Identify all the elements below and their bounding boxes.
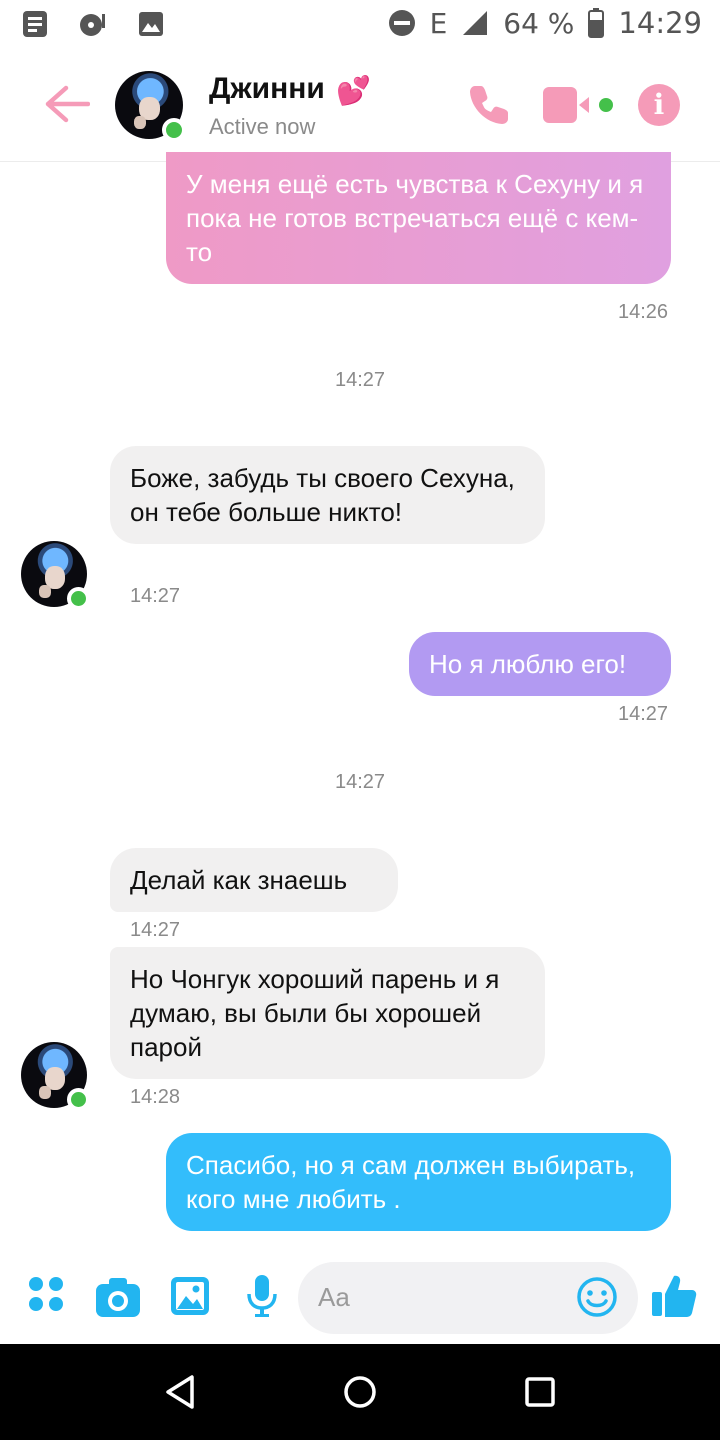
time-separator: 14:27 <box>334 771 386 793</box>
signal-icon <box>463 11 488 35</box>
contact-avatar[interactable] <box>115 71 186 142</box>
image-notification-icon <box>139 12 163 36</box>
message-time: 14:27 <box>130 919 181 941</box>
message-time: 14:27 <box>618 703 669 725</box>
back-triangle-icon[interactable] <box>162 1372 202 1412</box>
music-disc-icon <box>80 14 105 36</box>
sender-avatar[interactable] <box>21 1042 90 1111</box>
clock: 14:29 <box>618 6 702 40</box>
do-not-disturb-icon <box>388 10 415 36</box>
camera-icon[interactable] <box>95 1276 141 1318</box>
phone-call-icon[interactable] <box>466 82 512 128</box>
sender-avatar[interactable] <box>21 541 90 610</box>
microphone-icon[interactable] <box>246 1274 278 1318</box>
online-indicator <box>67 587 90 610</box>
system-navigation-bar <box>0 1344 720 1440</box>
message-composer: Aa <box>0 1254 720 1344</box>
message-bubble-outgoing[interactable]: Спасибо, но я сам должен выбирать, кого … <box>166 1133 671 1231</box>
emoji-icon[interactable] <box>576 1276 618 1318</box>
online-indicator <box>67 1088 90 1111</box>
online-indicator <box>162 118 186 142</box>
network-type-label: E <box>429 6 448 40</box>
time-separator: 14:27 <box>334 369 386 391</box>
system-indicators: E 64 % 14:29 <box>388 6 702 40</box>
battery-percent: 64 % <box>503 6 575 40</box>
back-arrow-icon[interactable] <box>44 84 90 124</box>
battery-icon <box>588 8 605 38</box>
message-bubble-incoming[interactable]: Боже, забудь ты своего Сехуна, он тебе б… <box>110 446 545 544</box>
gallery-icon[interactable] <box>170 1276 210 1316</box>
chat-header: Джинни 💕 Active now i <box>0 50 720 162</box>
apps-icon[interactable] <box>28 1276 64 1312</box>
recents-square-icon[interactable] <box>520 1372 560 1412</box>
message-bubble-incoming[interactable]: Но Чонгук хороший парень и я думаю, вы б… <box>110 947 545 1079</box>
status-bar: E 64 % 14:29 <box>0 0 720 50</box>
video-call-icon[interactable] <box>543 87 615 123</box>
notes-icon <box>23 11 47 37</box>
contact-name[interactable]: Джинни <box>209 72 325 106</box>
message-time: 14:26 <box>618 301 669 323</box>
info-icon[interactable]: i <box>638 84 680 126</box>
message-time: 14:28 <box>130 1086 181 1108</box>
like-icon[interactable] <box>650 1272 698 1320</box>
heart-icon: 💕 <box>336 75 371 106</box>
message-bubble-incoming[interactable]: Делай как знаешь <box>110 848 398 912</box>
message-input-placeholder: Aa <box>318 1282 350 1312</box>
message-input[interactable]: Aa <box>298 1262 638 1334</box>
notification-icons <box>22 10 164 38</box>
active-status: Active now <box>209 114 316 139</box>
message-bubble-outgoing[interactable]: У меня ещё есть чувства к Сехуну и я пок… <box>166 152 671 284</box>
home-circle-icon[interactable] <box>340 1372 380 1412</box>
message-time: 14:27 <box>130 585 181 607</box>
message-bubble-outgoing[interactable]: Но я люблю его! <box>409 632 671 696</box>
